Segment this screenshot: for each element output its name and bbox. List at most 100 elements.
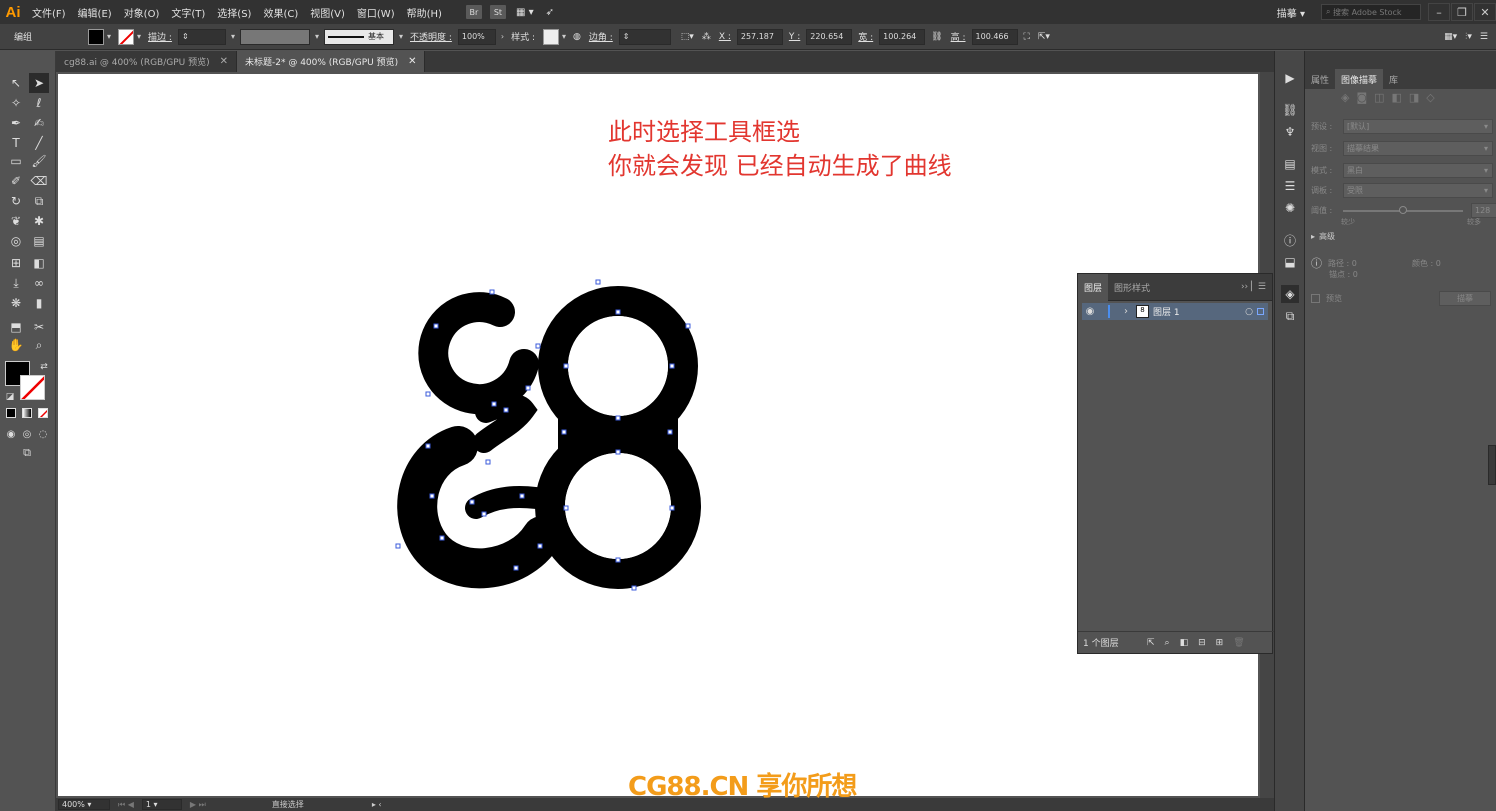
tab-untitled-2[interactable]: 未标题-2* @ 400% (RGB/GPU 预览) ✕ xyxy=(237,51,426,72)
align-icon[interactable]: ⬚▾ xyxy=(681,32,694,42)
arrange-panels-icon[interactable]: ▦▾ xyxy=(1444,32,1457,42)
palette-row[interactable]: 调板 : 受限 ▾ xyxy=(1311,183,1493,198)
tab-library[interactable]: 库 xyxy=(1383,69,1404,89)
isolate-icon[interactable]: ⇱▾ xyxy=(1038,32,1050,42)
clipping-mask-icon[interactable]: ◧ xyxy=(1180,638,1189,648)
panel-menu-icon[interactable]: ☰ xyxy=(1480,32,1488,42)
artboards-icon[interactable]: ⧉ xyxy=(1281,307,1299,325)
menu-file[interactable]: 文件(F) xyxy=(26,5,72,20)
type-tool-icon[interactable]: T xyxy=(6,133,26,153)
restore-icon[interactable]: ❐ xyxy=(1451,3,1473,21)
direct-selection-tool-icon[interactable]: ➤ xyxy=(29,73,49,93)
menu-select[interactable]: 选择(S) xyxy=(211,5,257,20)
close-icon[interactable]: ✕ xyxy=(220,56,228,67)
export-icon[interactable]: ⇱ xyxy=(1147,638,1155,648)
rotate-tool-icon[interactable]: ↻ xyxy=(6,191,26,211)
distribute-icon[interactable]: ⫶▾ xyxy=(1465,32,1472,42)
brush-definition[interactable]: 基本 xyxy=(323,28,394,45)
bridge-button[interactable]: Br xyxy=(465,5,482,19)
minimize-icon[interactable]: – xyxy=(1428,3,1450,21)
stock-search-input[interactable]: ⌕ 搜索 Adobe Stock xyxy=(1321,4,1421,20)
layer-row[interactable]: ◉ › 8 图层 1 ○ xyxy=(1082,303,1268,320)
chevron-down-icon[interactable]: ▾ xyxy=(315,32,319,41)
color-mode-icon[interactable] xyxy=(6,408,16,418)
graphic-style-swatch[interactable] xyxy=(543,28,559,45)
puppet-warp-tool-icon[interactable]: ✱ xyxy=(29,211,49,231)
shaper-tool-icon[interactable]: ✐ xyxy=(6,171,26,191)
menu-type[interactable]: 文字(T) xyxy=(165,5,211,20)
slice-tool-icon[interactable]: ✂ xyxy=(29,317,49,337)
lasso-tool-icon[interactable]: ℓ xyxy=(29,93,49,113)
artboard-number[interactable]: 1 ▾ xyxy=(141,799,182,810)
magic-wand-tool-icon[interactable]: ✧ xyxy=(6,93,26,113)
layers-panel-icon[interactable]: ◈ xyxy=(1281,285,1299,303)
blend-tool-icon[interactable]: ∞ xyxy=(29,273,49,293)
new-layer-icon[interactable]: ⊞ xyxy=(1216,638,1224,648)
puppet-icon[interactable]: ♆ xyxy=(1281,123,1299,141)
stock-button[interactable]: St xyxy=(489,5,506,19)
trace-preset-icons[interactable]: ◈ ◙ ◫ ◧ ◨ ◇ xyxy=(1341,91,1435,104)
expand-chevron-icon[interactable]: › xyxy=(1124,306,1136,317)
scale-tool-icon[interactable]: ⧉ xyxy=(29,191,49,211)
opacity-input[interactable]: 100% xyxy=(457,28,496,45)
fill-swatch[interactable] xyxy=(88,28,104,45)
recolor-icon[interactable]: ◍ xyxy=(573,32,581,42)
preview-checkbox[interactable] xyxy=(1311,294,1320,303)
info-icon[interactable]: ⓘ xyxy=(1281,231,1299,249)
symbol-sprayer-tool-icon[interactable]: ❋ xyxy=(6,293,26,313)
eraser-tool-icon[interactable]: ⌫ xyxy=(29,171,49,191)
transform-panel-icon[interactable]: ⬓ xyxy=(1281,253,1299,271)
chevron-down-icon[interactable]: ▾ xyxy=(137,32,141,41)
chevron-right-icon[interactable]: › xyxy=(501,32,504,41)
gradient-tool-icon[interactable]: ◧ xyxy=(29,253,49,273)
chevron-down-icon[interactable]: ▾ xyxy=(231,32,235,41)
stroke-panel-icon[interactable]: ☰ xyxy=(1281,177,1299,195)
shape-builder-tool-icon[interactable]: ◎ xyxy=(6,231,26,251)
appearance-icon[interactable]: ✺ xyxy=(1281,199,1299,217)
mesh-tool-icon[interactable]: ⊞ xyxy=(6,253,26,273)
menu-help[interactable]: 帮助(H) xyxy=(401,5,448,20)
tab-image-trace[interactable]: 图像描摹 xyxy=(1335,69,1384,89)
chevron-down-icon[interactable]: ▾ xyxy=(399,32,403,41)
draw-inside-icon[interactable]: ◌ xyxy=(33,424,53,444)
transform-icon[interactable]: ⛶ xyxy=(1024,32,1030,42)
line-tool-icon[interactable]: ╱ xyxy=(29,133,49,153)
tab-properties[interactable]: 属性 xyxy=(1305,69,1335,89)
menu-effect[interactable]: 效果(C) xyxy=(257,5,304,20)
traced-cg8-artwork[interactable] xyxy=(386,274,726,604)
stroke-weight-input[interactable]: ⇕ xyxy=(177,28,226,45)
paintbrush-tool-icon[interactable]: 🖌 xyxy=(29,151,49,171)
perspective-grid-tool-icon[interactable]: ▤ xyxy=(29,231,49,251)
panel-resize-handle[interactable] xyxy=(1488,445,1496,485)
view-row[interactable]: 视图 : 描摹结果▾ ◉ xyxy=(1311,141,1496,156)
rectangle-tool-icon[interactable]: ▭ xyxy=(6,151,26,171)
pen-tool-icon[interactable]: ✒ xyxy=(6,113,26,133)
zoom-level[interactable]: 400% ▾ xyxy=(58,799,110,810)
stroke-swatch[interactable] xyxy=(118,28,135,45)
gradient-mode-icon[interactable] xyxy=(22,408,32,418)
stroke-color-box[interactable] xyxy=(20,375,45,400)
threshold-row[interactable]: 阈值 : 128 xyxy=(1311,203,1496,218)
advanced-toggle[interactable]: ▸ 高级 xyxy=(1311,231,1335,242)
variable-width-profile[interactable] xyxy=(239,28,310,45)
gradient-panel-icon[interactable]: ▤ xyxy=(1281,155,1299,173)
arrange-documents-icon[interactable]: ▦ ▾ xyxy=(510,7,540,18)
status-menu-icon[interactable]: ▸ ‹ xyxy=(372,800,382,809)
x-input[interactable]: 257.187 xyxy=(736,28,783,45)
zoom-tool-icon[interactable]: ⌕ xyxy=(29,335,49,355)
locate-object-icon[interactable]: ⌕ xyxy=(1165,638,1170,648)
collapse-panel-icon[interactable]: ›› ▏☰ xyxy=(1235,274,1272,301)
y-input[interactable]: 220.654 xyxy=(806,28,853,45)
selected-art-icon[interactable] xyxy=(1257,308,1264,315)
column-graph-tool-icon[interactable]: ▮ xyxy=(29,293,49,313)
links-icon[interactable]: ⛓ xyxy=(1281,101,1299,119)
new-sublayer-icon[interactable]: ⊟ xyxy=(1198,638,1206,648)
mode-row[interactable]: 模式 : 黑白 ▾ xyxy=(1311,163,1493,178)
menu-view[interactable]: 视图(V) xyxy=(304,5,351,20)
menu-object[interactable]: 对象(O) xyxy=(118,5,166,20)
menu-edit[interactable]: 编辑(E) xyxy=(72,5,118,20)
tab-layers[interactable]: 图层 xyxy=(1078,273,1109,301)
tab-graphic-styles[interactable]: 图形样式 xyxy=(1108,274,1156,301)
gpu-performance-icon[interactable]: ➶ xyxy=(540,7,560,18)
tab-cg88[interactable]: cg88.ai @ 400% (RGB/GPU 预览) ✕ xyxy=(56,51,237,72)
